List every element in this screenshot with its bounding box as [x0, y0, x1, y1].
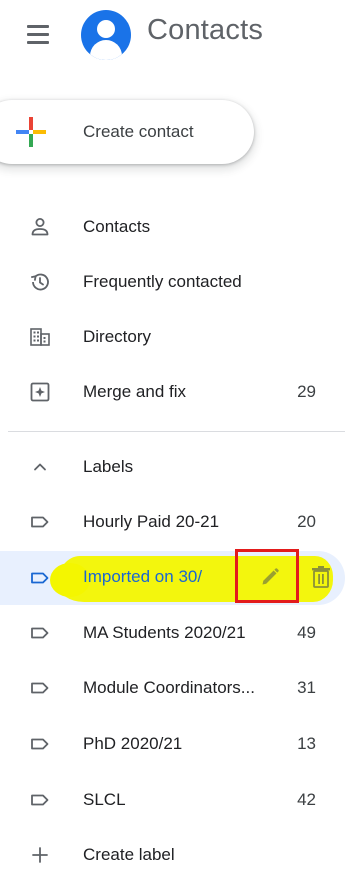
nav-label: Directory [83, 327, 152, 346]
label-count: 31 [297, 678, 316, 697]
nav-label: Merge and fix [83, 382, 186, 401]
labels-header: Labels [83, 457, 134, 476]
label-name: Hourly Paid 20-21 [83, 512, 220, 531]
history-icon [31, 273, 49, 291]
merge-fix-count: 29 [297, 382, 316, 401]
label-name: MA Students 2020/21 [83, 623, 246, 642]
label-count: 42 [297, 790, 316, 809]
label-tag-icon [31, 516, 49, 528]
label-count: 20 [297, 512, 316, 531]
trash-icon[interactable] [310, 565, 332, 589]
building-icon [30, 328, 50, 346]
label-tag-icon [31, 738, 49, 750]
label-item[interactable]: PhD 2020/21 13 [0, 720, 345, 768]
label-name: Module Coordinators... [83, 678, 255, 697]
merge-fix-icon [30, 382, 50, 402]
create-label-text: Create label [83, 845, 175, 864]
multicolor-plus-icon [16, 117, 46, 147]
plus-icon [32, 847, 48, 863]
main-menu-button[interactable] [24, 22, 54, 48]
create-label-button[interactable]: Create label [0, 831, 345, 879]
label-tag-icon [31, 627, 49, 639]
nav-label: Frequently contacted [83, 272, 242, 291]
label-item[interactable]: MA Students 2020/21 49 [0, 609, 345, 657]
label-name: PhD 2020/21 [83, 734, 183, 753]
labels-section-toggle[interactable]: Labels [0, 443, 345, 491]
person-icon [31, 218, 49, 236]
nav-label: Contacts [83, 217, 151, 236]
nav-item-contacts[interactable]: Contacts [0, 203, 345, 251]
label-name: Imported on 30/ [83, 567, 203, 586]
label-item[interactable]: Hourly Paid 20-21 20 [0, 498, 345, 546]
create-contact-label: Create contact [83, 122, 194, 141]
label-item[interactable]: SLCL 42 [0, 776, 345, 824]
label-count: 49 [297, 623, 316, 642]
contacts-logo-icon[interactable] [81, 10, 131, 60]
chevron-up-icon [34, 463, 46, 471]
label-item[interactable]: Module Coordinators... 31 [0, 664, 345, 712]
nav-item-directory[interactable]: Directory [0, 313, 345, 361]
label-tag-icon [31, 572, 49, 584]
section-divider [8, 431, 345, 432]
app-header: Contacts [0, 0, 345, 72]
nav-item-merge-and-fix[interactable]: Merge and fix 29 [0, 368, 345, 416]
app-title[interactable]: Contacts [147, 14, 263, 47]
label-tag-icon [31, 682, 49, 694]
contacts-sidebar: Contacts Create contact Contacts Frequen… [0, 0, 345, 885]
label-tag-icon [31, 794, 49, 806]
label-name: SLCL [83, 790, 126, 809]
create-contact-button[interactable]: Create contact [0, 100, 254, 164]
nav-item-frequently-contacted[interactable]: Frequently contacted [0, 258, 345, 306]
label-count: 13 [297, 734, 316, 753]
annotation-red-box [235, 549, 299, 603]
